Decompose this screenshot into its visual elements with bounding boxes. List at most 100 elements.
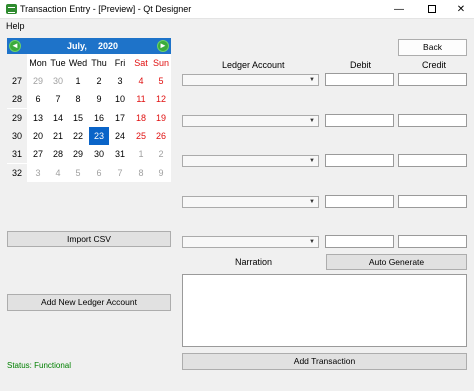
calendar-day[interactable]: 8 xyxy=(131,164,151,182)
weekday-label: Fri xyxy=(114,58,126,68)
week-number: 28 xyxy=(7,90,27,109)
calendar-day[interactable]: 18 xyxy=(131,109,151,127)
calendar-day[interactable]: 21 xyxy=(48,127,68,145)
dropdown-arrow-icon: ▼ xyxy=(309,77,315,83)
week-number: 27 xyxy=(7,72,27,90)
dropdown-arrow-icon: ▼ xyxy=(309,158,315,164)
status-text: Status: Functional xyxy=(7,361,72,370)
ledger-account-combo[interactable]: ▼ xyxy=(182,236,319,248)
narration-label: Narration xyxy=(235,257,273,267)
calendar-week-row: 31 27 28 29 30 31 1 2 xyxy=(7,145,171,164)
title-bar: Transaction Entry - [Preview] - Qt Desig… xyxy=(0,0,474,19)
calendar-day[interactable]: 4 xyxy=(131,72,151,90)
calendar-day[interactable]: 5 xyxy=(68,164,88,182)
window-title: Transaction Entry - [Preview] - Qt Desig… xyxy=(20,4,192,14)
calendar-day[interactable]: 24 xyxy=(110,127,130,145)
calendar-day[interactable]: 15 xyxy=(68,109,88,127)
calendar-day[interactable]: 7 xyxy=(48,90,68,108)
prev-month-icon[interactable]: ◄ xyxy=(9,40,21,52)
calendar-year[interactable]: 2020 xyxy=(98,41,118,51)
auto-generate-button[interactable]: Auto Generate xyxy=(326,254,467,270)
calendar-day[interactable]: 5 xyxy=(151,72,171,90)
calendar-day[interactable]: 3 xyxy=(28,164,48,182)
calendar-day[interactable]: 12 xyxy=(151,90,171,108)
calendar-day[interactable]: 30 xyxy=(48,72,68,90)
back-button[interactable]: Back xyxy=(398,39,467,56)
calendar-day[interactable]: 11 xyxy=(131,90,151,108)
calendar-day[interactable]: 6 xyxy=(28,90,48,108)
minimize-button[interactable]: — xyxy=(384,0,414,19)
ledger-account-combo[interactable]: ▼ xyxy=(182,115,319,127)
week-number: 31 xyxy=(7,145,27,164)
maximize-button[interactable] xyxy=(417,0,447,19)
calendar-day[interactable]: 4 xyxy=(48,164,68,182)
calendar-day[interactable]: 30 xyxy=(89,145,109,163)
calendar-day[interactable]: 6 xyxy=(89,164,109,182)
credit-field[interactable] xyxy=(398,114,467,127)
calendar-week-row: 29 13 14 15 16 17 18 19 xyxy=(7,108,171,127)
calendar-day[interactable]: 1 xyxy=(68,72,88,90)
dropdown-arrow-icon: ▼ xyxy=(309,199,315,205)
calendar-day[interactable]: 22 xyxy=(68,127,88,145)
calendar-day[interactable]: 13 xyxy=(28,109,48,127)
calendar-day[interactable]: 23 xyxy=(89,126,109,145)
calendar-day[interactable]: 2 xyxy=(89,72,109,90)
calendar-day[interactable]: 3 xyxy=(110,72,130,90)
calendar-day[interactable]: 1 xyxy=(131,145,151,163)
narration-textarea[interactable] xyxy=(182,274,467,347)
credit-label: Credit xyxy=(422,60,447,70)
add-ledger-account-button[interactable]: Add New Ledger Account xyxy=(7,294,171,311)
calendar-day[interactable]: 26 xyxy=(151,127,171,145)
calendar-day[interactable]: 10 xyxy=(110,90,130,108)
ledger-account-combo[interactable]: ▼ xyxy=(182,196,319,208)
calendar-day[interactable]: 8 xyxy=(68,90,88,108)
credit-field[interactable] xyxy=(398,73,467,86)
calendar-day[interactable]: 16 xyxy=(89,109,109,127)
weekday-label: Thu xyxy=(91,58,107,68)
calendar-day[interactable]: 29 xyxy=(68,145,88,163)
weekday-label: Tue xyxy=(50,58,66,68)
week-number-header xyxy=(7,54,27,72)
calendar-day[interactable]: 9 xyxy=(151,164,171,182)
debit-field[interactable] xyxy=(325,73,394,86)
weekday-label: Sat xyxy=(134,58,148,68)
calendar-day[interactable]: 27 xyxy=(28,145,48,163)
credit-field[interactable] xyxy=(398,235,467,248)
calendar-day[interactable]: 31 xyxy=(110,145,130,163)
calendar-day[interactable]: 9 xyxy=(89,90,109,108)
maximize-icon xyxy=(428,5,436,14)
add-transaction-button[interactable]: Add Transaction xyxy=(182,353,467,370)
dropdown-arrow-icon: ▼ xyxy=(309,239,315,245)
debit-field[interactable] xyxy=(325,235,394,248)
next-month-icon[interactable]: ► xyxy=(157,40,169,52)
import-csv-button[interactable]: Import CSV xyxy=(7,231,171,247)
calendar-day[interactable]: 7 xyxy=(110,164,130,182)
calendar-day[interactable]: 20 xyxy=(28,127,48,145)
calendar-month[interactable]: July, xyxy=(67,41,87,51)
weekday-label: Mon xyxy=(29,58,47,68)
debit-field[interactable] xyxy=(325,195,394,208)
ledger-account-combo[interactable]: ▼ xyxy=(182,155,319,167)
weekday-label: Sun xyxy=(152,58,169,68)
calendar-day[interactable]: 2 xyxy=(151,145,171,163)
close-button[interactable]: ✕ xyxy=(446,0,474,19)
calendar-week-row: 28 6 7 8 9 10 11 12 xyxy=(7,90,171,109)
calendar-day[interactable]: 28 xyxy=(48,145,68,163)
week-number: 32 xyxy=(7,163,27,182)
calendar-day[interactable]: 29 xyxy=(28,72,48,90)
calendar-day[interactable]: 25 xyxy=(131,127,151,145)
week-number: 30 xyxy=(7,126,27,145)
menu-bar: Help xyxy=(0,19,474,33)
credit-field[interactable] xyxy=(398,154,467,167)
credit-field[interactable] xyxy=(398,195,467,208)
debit-field[interactable] xyxy=(325,114,394,127)
calendar-day[interactable]: 17 xyxy=(110,109,130,127)
ledger-account-label: Ledger Account xyxy=(222,60,285,70)
menu-help[interactable]: Help xyxy=(6,21,25,31)
debit-field[interactable] xyxy=(325,154,394,167)
calendar-day[interactable]: 19 xyxy=(151,109,171,127)
debit-label: Debit xyxy=(350,60,372,70)
ledger-account-combo[interactable]: ▼ xyxy=(182,74,319,86)
calendar-week-row: 27 29 30 1 2 3 4 5 xyxy=(7,72,171,90)
calendar-day[interactable]: 14 xyxy=(48,109,68,127)
